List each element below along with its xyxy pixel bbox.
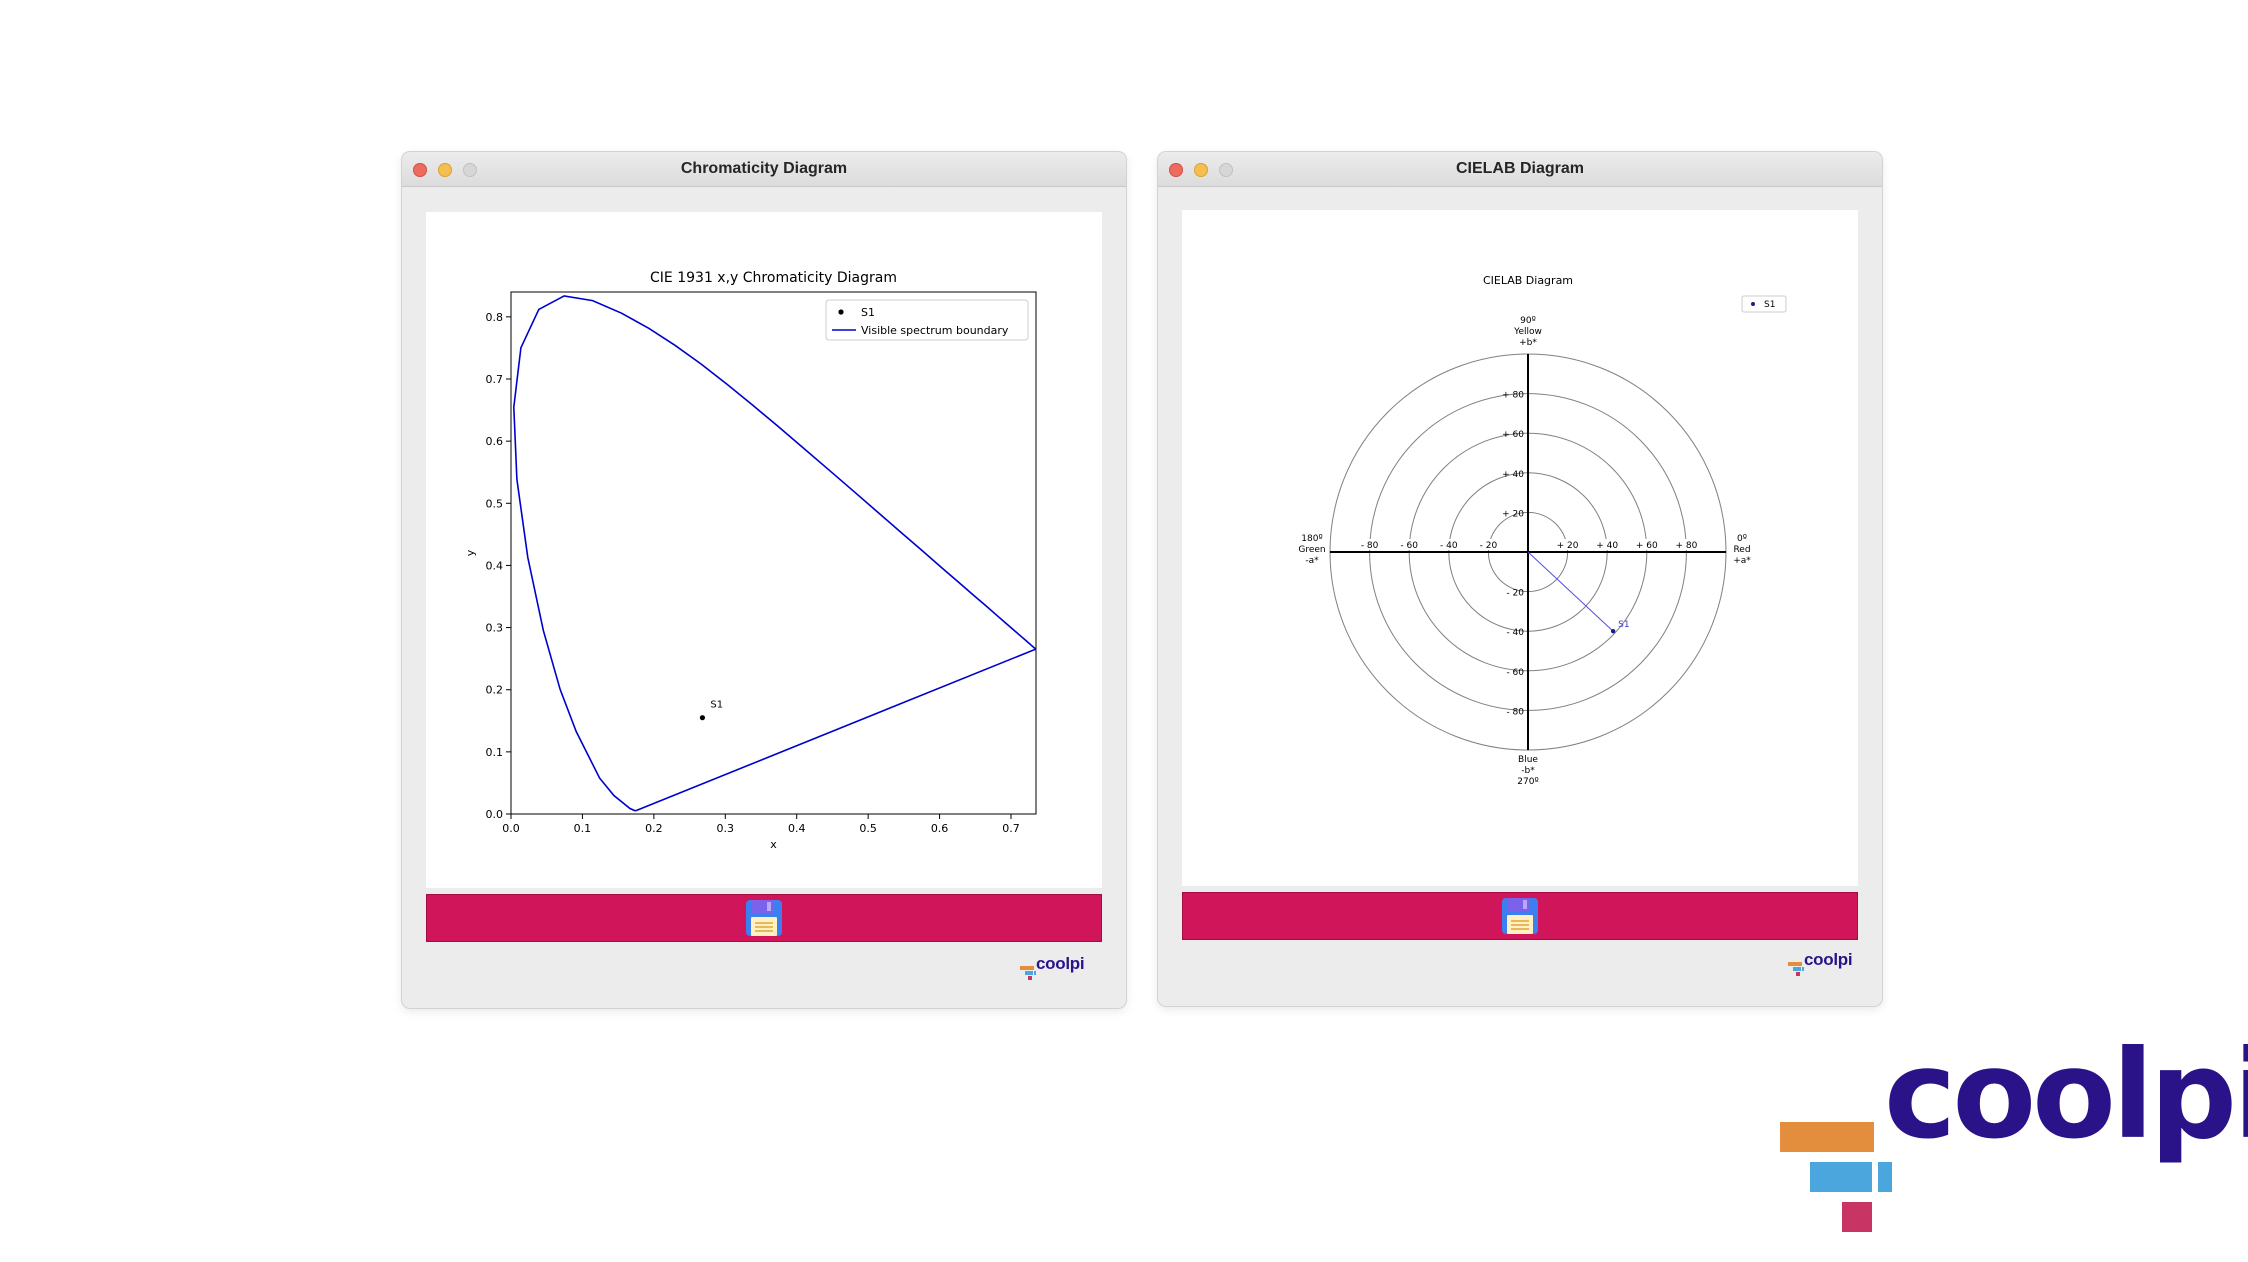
a-tick-label: - 20 <box>1480 541 1498 551</box>
y-tick-label: 0.5 <box>486 497 504 510</box>
sample-point-s1 <box>699 715 706 721</box>
x-tick-label: 0.3 <box>717 822 735 835</box>
y-axis-label: y <box>464 549 477 556</box>
legend-label-s1: S1 <box>861 306 875 319</box>
sample-label-s1: S1 <box>710 700 723 711</box>
x-tick-label: 0.2 <box>645 822 663 835</box>
chart-title: CIE 1931 x,y Chromaticity Diagram <box>650 270 897 286</box>
logo-bar-blue <box>1810 1162 1872 1192</box>
plot-frame <box>510 291 1037 815</box>
x-tick-label: 0.0 <box>502 822 520 835</box>
coolpi-mini-text: coolpi <box>1804 950 1853 969</box>
a-tick-label: - 60 <box>1400 541 1418 551</box>
direction-bottom-label: Blue <box>1518 755 1538 765</box>
legend-marker-s1 <box>1751 302 1755 306</box>
direction-left-label: -a* <box>1305 556 1319 566</box>
b-tick-label: - 40 <box>1506 628 1524 638</box>
a-tick-label: + 80 <box>1675 541 1697 551</box>
sample-point-s1 <box>1610 629 1616 634</box>
logo-bar-blue-small <box>1878 1162 1892 1192</box>
b-tick-label: - 60 <box>1506 668 1524 678</box>
direction-left-label: 180º <box>1301 534 1322 544</box>
b-tick-label: + 60 <box>1502 430 1524 440</box>
logo-bar-orange <box>1780 1122 1874 1152</box>
y-tick-label: 0.2 <box>486 684 504 697</box>
legend-label-spectrum: Visible spectrum boundary <box>861 324 1009 337</box>
title-bar[interactable]: Chromaticity Diagram <box>402 152 1126 187</box>
direction-bottom-label: -b* <box>1521 766 1535 776</box>
title-bar[interactable]: CIELAB Diagram <box>1158 152 1882 187</box>
a-tick-label: - 80 <box>1361 541 1379 551</box>
y-tick-label: 0.3 <box>486 622 504 635</box>
x-tick-label: 0.1 <box>574 822 592 835</box>
coolpi-mini-logo: coolpi <box>1020 954 1092 984</box>
direction-left-label: Green <box>1298 545 1325 555</box>
b-tick-label: - 20 <box>1506 589 1524 599</box>
floppy-disk-icon <box>746 900 782 936</box>
direction-bottom-label: 270º <box>1517 777 1538 787</box>
x-tick-label: 0.4 <box>788 822 806 835</box>
direction-right-label: +a* <box>1733 556 1751 566</box>
x-tick-label: 0.5 <box>859 822 877 835</box>
coolpi-logo: coolpi <box>1780 1024 2248 1232</box>
sample-label-s1: S1 <box>1618 620 1629 630</box>
window-title: Chromaticity Diagram <box>680 160 848 177</box>
chromaticity-chart: CIE 1931 x,y Chromaticity Diagram 0.0 0.1 0… <box>464 270 1037 851</box>
cielab-window: CIELAB Diagram CIELAB Diagram - 80 - 60 - 4… <box>1158 152 1882 1006</box>
chart-canvas: CIE 1931 x,y Chromaticity Diagram 0.0 0.1 0… <box>426 212 1102 888</box>
chromaticity-window: Chromaticity Diagram CIE 1931 x,y Chroma… <box>402 152 1126 1008</box>
legend-marker-s1 <box>838 309 844 315</box>
direction-right-label: 0º <box>1737 534 1747 544</box>
b-tick-label: - 80 <box>1506 707 1524 717</box>
cielab-chart: CIELAB Diagram - 80 - 60 - 40 - 20 + 20 + 40 + … <box>1298 274 1787 787</box>
a-tick-label: + 40 <box>1596 541 1618 551</box>
coolpi-wordmark: coolpi <box>1884 1024 2248 1166</box>
b-tick-label: + 40 <box>1502 470 1524 480</box>
x-axis-label: x <box>770 838 777 851</box>
legend-label-s1: S1 <box>1764 300 1775 310</box>
direction-top-label: Yellow <box>1513 327 1542 337</box>
b-tick-label: + 80 <box>1502 391 1524 401</box>
chart-title: CIELAB Diagram <box>1483 274 1573 287</box>
logo-bar-red <box>1842 1202 1872 1232</box>
chart-canvas: CIELAB Diagram - 80 - 60 - 40 - 20 + 20 + 40 + … <box>1182 210 1858 886</box>
save-button[interactable] <box>426 894 1102 942</box>
x-tick-label: 0.7 <box>1002 822 1020 835</box>
y-tick-label: 0.6 <box>486 435 504 448</box>
y-tick-label: 0.0 <box>486 808 504 821</box>
a-tick-label: + 20 <box>1557 541 1579 551</box>
window-title: CIELAB Diagram <box>1455 160 1585 177</box>
direction-top-label: +b* <box>1519 338 1537 348</box>
a-tick-label: - 40 <box>1440 541 1458 551</box>
x-tick-label: 0.6 <box>931 822 949 835</box>
b-tick-label: + 20 <box>1502 509 1524 519</box>
floppy-disk-icon <box>1502 898 1538 934</box>
y-tick-label: 0.7 <box>486 373 504 386</box>
direction-top-label: 90º <box>1520 316 1536 326</box>
y-tick-label: 0.1 <box>486 746 504 759</box>
coolpi-mini-logo: coolpi <box>1788 950 1860 980</box>
y-tick-label: 0.4 <box>486 559 504 572</box>
a-tick-label: + 60 <box>1636 541 1658 551</box>
direction-right-label: Red <box>1733 545 1750 555</box>
y-tick-label: 0.8 <box>486 311 504 324</box>
save-button[interactable] <box>1182 892 1858 940</box>
coolpi-mini-text: coolpi <box>1036 954 1085 973</box>
spectrum-boundary-line <box>512 295 1036 812</box>
